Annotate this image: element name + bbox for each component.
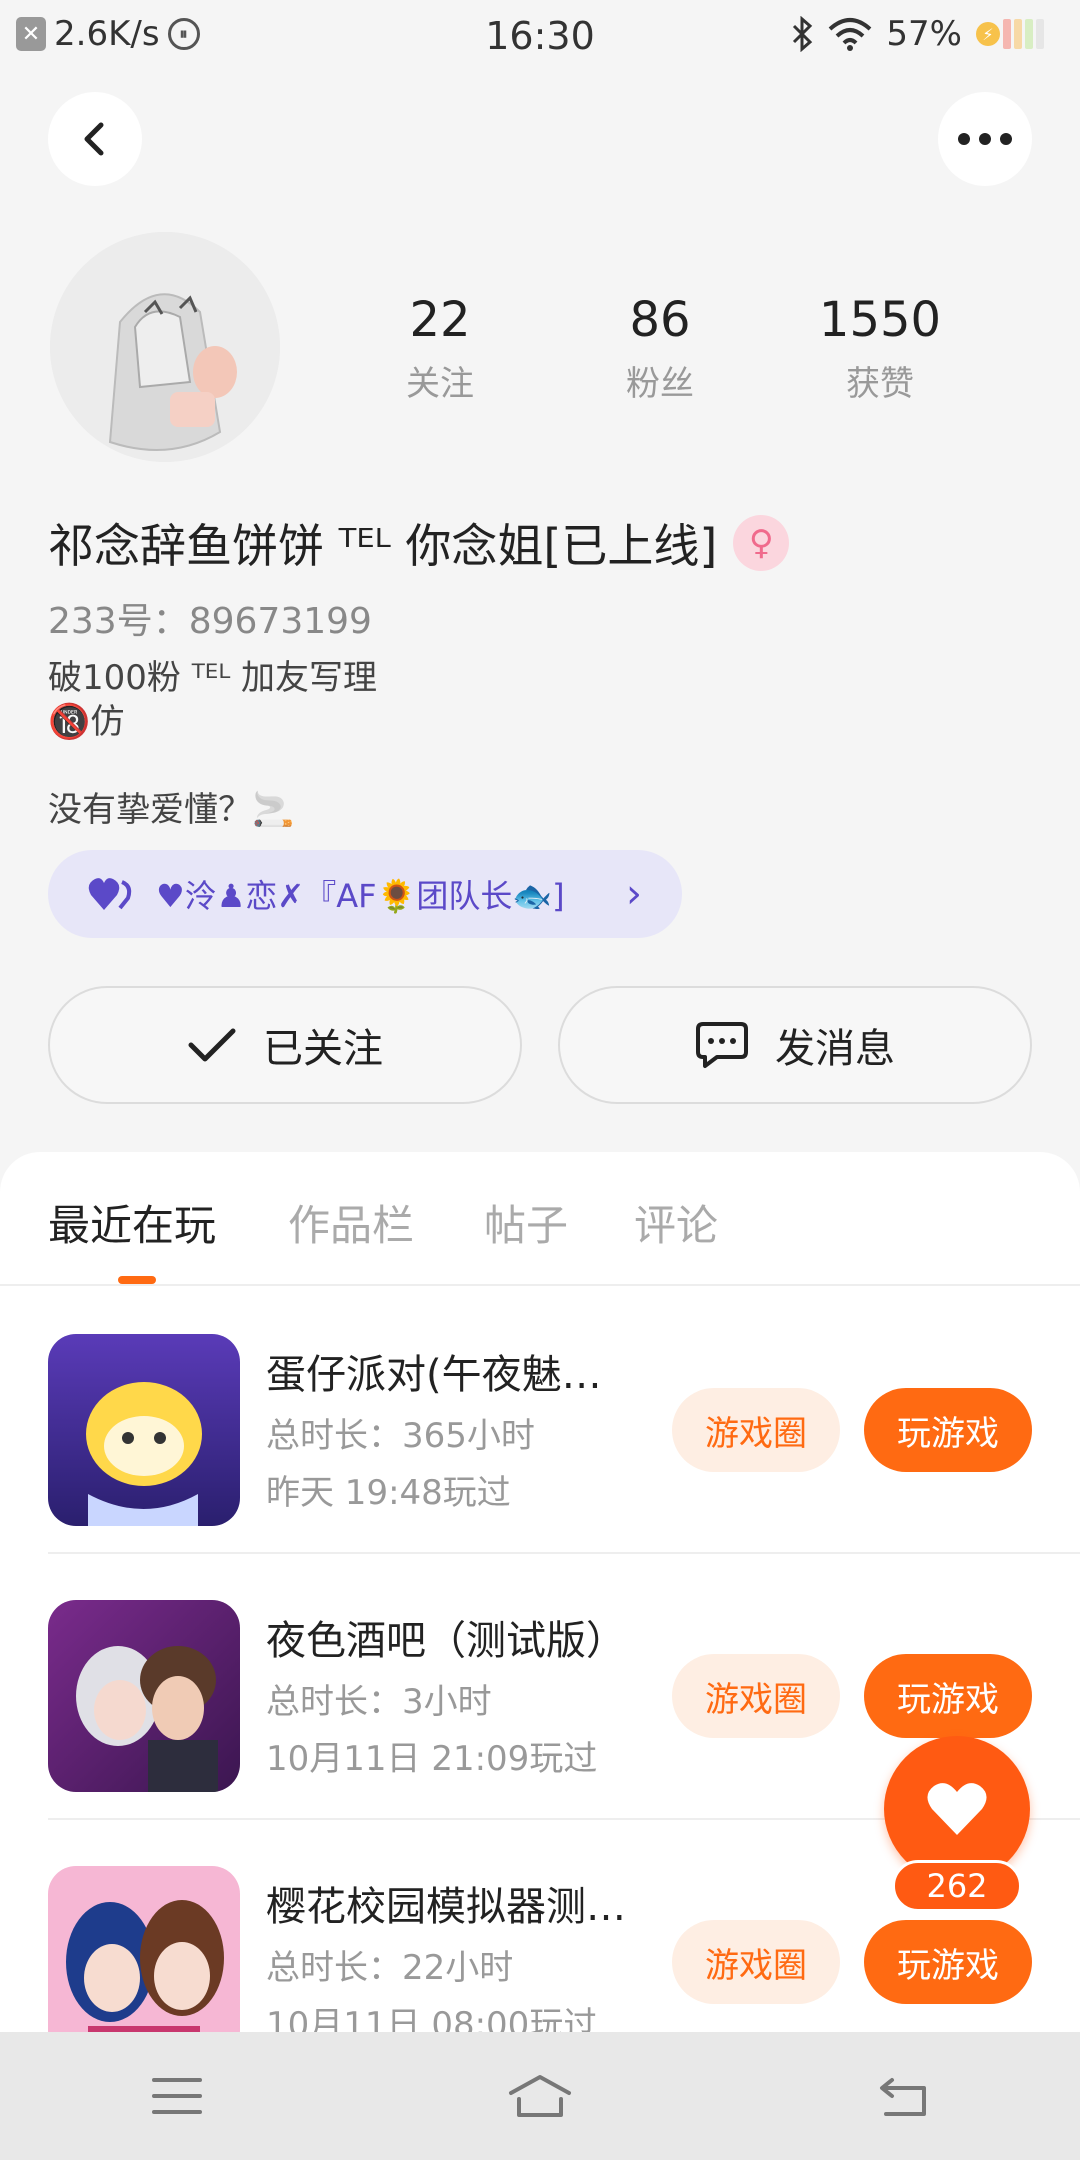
- more-button[interactable]: [938, 92, 1032, 186]
- stat-value: 86: [629, 292, 691, 348]
- system-nav-bar: [0, 2032, 1080, 2160]
- stat-value: 22: [409, 292, 471, 348]
- battery-icon: ⚡: [976, 17, 1050, 51]
- play-game-button[interactable]: 玩游戏: [864, 1654, 1032, 1738]
- avatar-image: [50, 232, 280, 462]
- play-game-button[interactable]: 玩游戏: [864, 1388, 1032, 1472]
- female-icon: ♀: [733, 515, 790, 571]
- message-button[interactable]: 发消息: [558, 986, 1032, 1104]
- back-nav-icon[interactable]: [876, 2074, 930, 2118]
- stat-label: 获赞: [846, 364, 914, 404]
- guild-badge[interactable]: ♥泠♟恋✗『AF🌻团队长🐟] ›: [48, 850, 682, 938]
- stat-fans[interactable]: 86 粉丝: [550, 292, 770, 405]
- like-count: 262: [892, 1860, 1022, 1912]
- followed-label: 已关注: [263, 1026, 383, 1072]
- game-last-played: 昨天 19:48玩过: [266, 1473, 511, 1513]
- game-name: 蛋仔派对(午夜魅…: [266, 1352, 602, 1398]
- game-thumbnail: [48, 1600, 240, 1792]
- status-bar: ✕ 2.6K/s ⏸ 16:30 57% ⚡: [0, 0, 1080, 72]
- heart-icon: [927, 1783, 987, 1835]
- avatar[interactable]: [50, 232, 280, 462]
- chevron-right-icon: ›: [626, 871, 642, 917]
- chat-bubble-icon: [696, 1022, 748, 1068]
- game-item[interactable]: 蛋仔派对(午夜魅… 总时长：365小时 昨天 19:48玩过 游戏圈 玩游戏: [48, 1288, 1080, 1554]
- stat-following[interactable]: 22 关注: [330, 292, 550, 405]
- game-circle-button[interactable]: 游戏圈: [672, 1388, 840, 1472]
- back-button[interactable]: [48, 92, 142, 186]
- tab-indicator: [118, 1276, 156, 1284]
- game-circle-button[interactable]: 游戏圈: [672, 1654, 840, 1738]
- game-name: 夜色酒吧（测试版）: [266, 1618, 626, 1664]
- game-duration: 总时长：365小时: [266, 1416, 535, 1456]
- game-last-played: 10月11日 21:09玩过: [266, 1739, 598, 1779]
- wifi-icon: [829, 18, 872, 51]
- tab-posts[interactable]: 帖子: [484, 1192, 568, 1253]
- stat-label: 关注: [406, 364, 474, 404]
- battery-percent: 57%: [886, 14, 962, 54]
- username: 祁念辞鱼饼饼 ᵀᴱᴸ 你念姐[已上线]: [48, 519, 718, 573]
- play-game-button[interactable]: 玩游戏: [864, 1920, 1032, 2004]
- game-thumbnail: [48, 1334, 240, 1526]
- more-dots-icon: [958, 133, 1012, 145]
- tab-bar: 最近在玩 作品栏 帖子 评论: [0, 1152, 1080, 1286]
- guild-name: ♥泠♟恋✗『AF🌻团队长🐟]: [156, 877, 565, 915]
- game-circle-button[interactable]: 游戏圈: [672, 1920, 840, 2004]
- message-label: 发消息: [775, 1026, 895, 1072]
- double-heart-icon: [88, 878, 132, 910]
- followed-button[interactable]: 已关注: [48, 986, 522, 1104]
- check-icon: [188, 1028, 236, 1062]
- bluetooth-icon: [793, 16, 813, 52]
- profile-name-row: 祁念辞鱼饼饼 ᵀᴱᴸ 你念姐[已上线] ♀: [48, 510, 790, 576]
- stat-likes[interactable]: 1550 获赞: [770, 292, 990, 405]
- bio: 破100粉 ᵀᴱᴸ 加友写理 🔞仿: [48, 658, 378, 742]
- chevron-left-icon: [84, 122, 104, 156]
- game-last-played: 10月11日 08:00玩过: [266, 2005, 598, 2032]
- charging-icon: ⚡: [976, 22, 1000, 46]
- game-thumbnail: [48, 1866, 240, 2032]
- home-icon[interactable]: [505, 2071, 575, 2121]
- menu-icon[interactable]: [150, 2074, 204, 2118]
- user-id: 233号：89673199: [48, 601, 372, 642]
- tab-works[interactable]: 作品栏: [288, 1192, 414, 1253]
- game-duration: 总时长：22小时: [266, 1948, 514, 1988]
- tab-recent[interactable]: 最近在玩: [48, 1192, 216, 1253]
- motto: 没有挚爱懂？🚬: [48, 790, 295, 830]
- game-name: 樱花校园模拟器测…: [266, 1884, 626, 1930]
- stat-value: 1550: [818, 292, 942, 348]
- game-duration: 总时长：3小时: [266, 1682, 492, 1722]
- tab-comments[interactable]: 评论: [634, 1192, 718, 1253]
- profile-stats: 22 关注 86 粉丝 1550 获赞: [330, 292, 990, 405]
- stat-label: 粉丝: [626, 364, 694, 404]
